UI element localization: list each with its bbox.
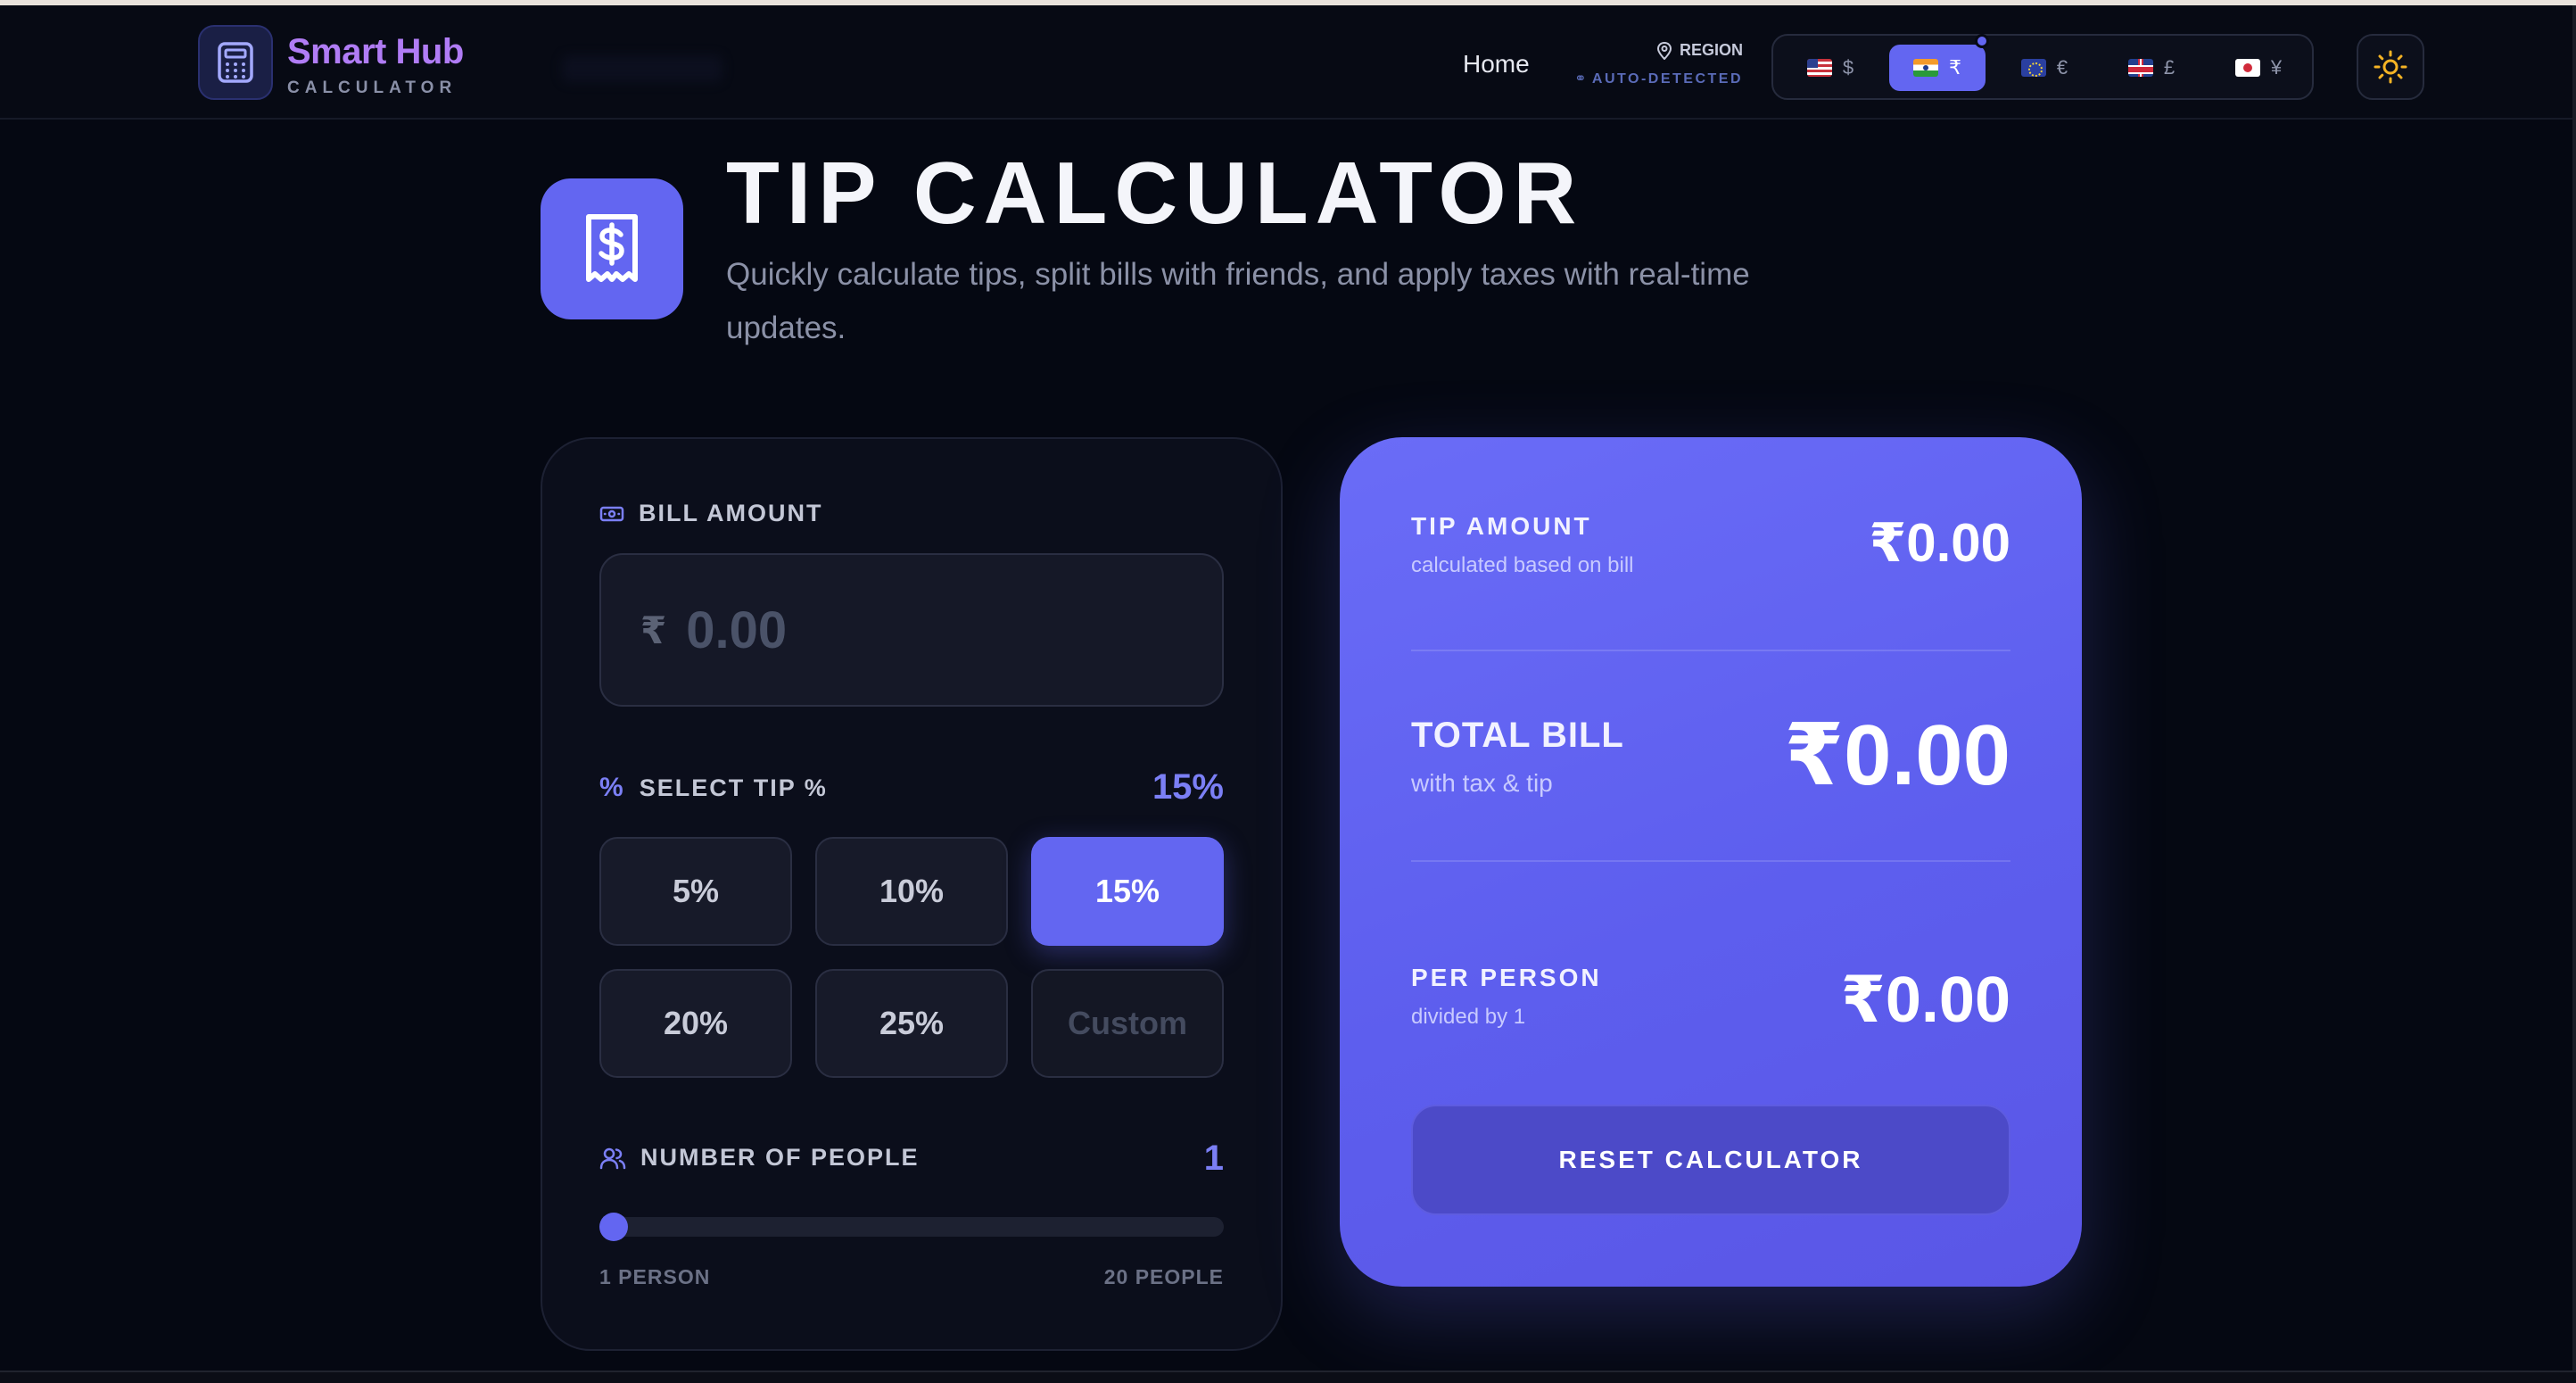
currency-symbol: ₹ xyxy=(1949,56,1961,79)
people-label: NUMBER OF PEOPLE xyxy=(640,1144,920,1171)
bill-amount-label: BILL AMOUNT xyxy=(639,500,823,526)
total-bill-value: ₹0.00 xyxy=(1784,708,2010,803)
bill-amount-input[interactable] xyxy=(686,600,1133,660)
users-icon xyxy=(599,1147,626,1169)
tip-10-button[interactable]: 10% xyxy=(815,837,1008,946)
bill-amount-field[interactable]: ₹ xyxy=(599,553,1224,707)
link-icon: ⚭ xyxy=(1574,71,1587,87)
people-slider-thumb[interactable] xyxy=(599,1213,628,1241)
currency-eur-button[interactable]: € xyxy=(1996,45,2093,91)
total-bill-label: TOTAL BILL xyxy=(1411,716,1624,755)
blurred-placeholder xyxy=(562,55,722,82)
tip-amount-sub: calculated based on bill xyxy=(1411,553,1634,577)
per-person-sub: divided by 1 xyxy=(1411,1005,1526,1029)
window-right-edge xyxy=(2572,5,2576,1383)
eu-flag-icon xyxy=(2020,59,2046,77)
us-flag-icon xyxy=(1806,59,1832,77)
currency-usd-button[interactable]: $ xyxy=(1782,45,1878,91)
nav-home-link[interactable]: Home xyxy=(1463,50,1530,79)
bill-currency-symbol: ₹ xyxy=(640,609,667,651)
select-tip-heading: % SELECT TIP % xyxy=(599,773,828,803)
japan-flag-icon xyxy=(2234,59,2260,77)
custom-tip-input[interactable]: Custom xyxy=(1031,969,1224,1078)
total-bill-sub: with tax & tip xyxy=(1411,769,1553,797)
people-count-value: 1 xyxy=(1203,1139,1224,1178)
location-pin-icon xyxy=(1656,41,1672,60)
currency-symbol: € xyxy=(2056,56,2068,79)
input-panel: BILL AMOUNT ₹ % SELECT TIP % 15% 5% 10% … xyxy=(541,437,1283,1351)
calculator-logo-icon[interactable] xyxy=(198,25,273,100)
logo-subtitle: CALCULATOR xyxy=(287,79,458,97)
page-subtitle: Quickly calculate tips, split bills with… xyxy=(726,257,1750,345)
tip-5-button[interactable]: 5% xyxy=(599,837,792,946)
tip-amount-value: ₹0.00 xyxy=(1869,513,2010,573)
region-sub-label: AUTO-DETECTED xyxy=(1591,71,1743,87)
banknote-icon xyxy=(599,506,624,521)
region-auto-detected: ⚭ AUTO-DETECTED xyxy=(1570,70,1743,87)
theme-toggle-button[interactable] xyxy=(2357,34,2424,100)
bill-amount-heading: BILL AMOUNT xyxy=(599,500,822,527)
active-currency-dot xyxy=(1975,34,1989,48)
results-divider xyxy=(1411,860,2010,862)
per-person-label: PER PERSON xyxy=(1411,964,1602,991)
results-divider xyxy=(1411,650,2010,651)
slider-max-label: 20 PEOPLE xyxy=(1103,1265,1224,1288)
slider-min-label: 1 PERSON xyxy=(599,1265,711,1288)
currency-jpy-button[interactable]: ¥ xyxy=(2210,45,2307,91)
region-indicator: REGION xyxy=(1645,41,1743,60)
india-flag-icon xyxy=(1913,59,1938,77)
tip-20-button[interactable]: 20% xyxy=(599,969,792,1078)
currency-gbp-button[interactable]: £ xyxy=(2103,45,2200,91)
percent-icon: % xyxy=(599,773,625,802)
reset-calculator-button[interactable]: RESET CALCULATOR xyxy=(1411,1105,2010,1215)
tip-15-button[interactable]: 15% xyxy=(1031,837,1224,946)
results-panel: TIP AMOUNT calculated based on bill ₹0.0… xyxy=(1340,437,2082,1287)
receipt-dollar-icon xyxy=(541,178,683,319)
per-person-value: ₹0.00 xyxy=(1840,965,2010,1036)
page-title: TIP CALCULATOR xyxy=(726,144,1584,242)
top-navbar: Smart Hub CALCULATOR Home REGION ⚭ AUTO-… xyxy=(0,5,2572,120)
currency-symbol: £ xyxy=(2163,56,2176,79)
tip-amount-label: TIP AMOUNT xyxy=(1411,512,1592,540)
currency-selector: $ ₹ € £ ¥ xyxy=(1771,34,2314,100)
people-heading: NUMBER OF PEOPLE xyxy=(599,1144,920,1172)
logo-title[interactable]: Smart Hub xyxy=(287,32,464,72)
select-tip-label: SELECT TIP % xyxy=(639,774,828,801)
uk-flag-icon xyxy=(2127,59,2153,77)
sun-icon xyxy=(2374,50,2407,84)
currency-symbol: ¥ xyxy=(2270,56,2283,79)
people-slider[interactable] xyxy=(599,1213,1224,1241)
currency-symbol: $ xyxy=(1842,56,1854,79)
region-label: REGION xyxy=(1679,41,1743,59)
selected-tip-value: 15% xyxy=(1152,767,1224,807)
currency-inr-button[interactable]: ₹ xyxy=(1889,45,1986,91)
window-bottom-edge xyxy=(0,1371,2576,1383)
tip-25-button[interactable]: 25% xyxy=(815,969,1008,1078)
